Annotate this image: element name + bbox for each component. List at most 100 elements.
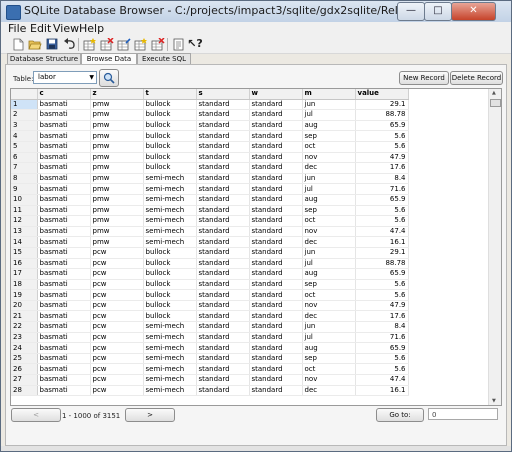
whats-this-icon[interactable]: ↖? bbox=[187, 37, 203, 51]
table-cell[interactable]: pmw bbox=[90, 215, 144, 227]
row-number-cell[interactable]: 5 bbox=[11, 141, 38, 153]
table-cell[interactable]: standard bbox=[196, 205, 250, 217]
row-number-cell[interactable]: 11 bbox=[11, 205, 38, 217]
value-cell[interactable]: 47.4 bbox=[355, 374, 409, 386]
table-cell[interactable]: standard bbox=[196, 385, 250, 397]
value-cell[interactable]: 17.6 bbox=[355, 310, 409, 323]
table-cell[interactable]: pmw bbox=[90, 236, 144, 248]
table-cell[interactable]: pmw bbox=[90, 109, 144, 121]
table-cell[interactable]: semi-mech bbox=[143, 374, 197, 386]
row-number-cell[interactable]: 1 bbox=[11, 99, 38, 111]
table-cell[interactable]: standard bbox=[196, 194, 250, 206]
log-icon[interactable] bbox=[171, 37, 185, 51]
value-cell[interactable]: 47.4 bbox=[355, 226, 409, 238]
table-cell[interactable]: standard bbox=[249, 109, 303, 121]
table-cell[interactable]: semi-mech bbox=[143, 226, 197, 238]
value-cell[interactable]: 5.6 bbox=[355, 130, 409, 142]
table-cell[interactable]: pmw bbox=[90, 162, 144, 174]
table-cell[interactable]: basmati bbox=[37, 258, 91, 270]
table-cell[interactable]: semi-mech bbox=[143, 173, 197, 185]
table-cell[interactable]: standard bbox=[249, 173, 303, 185]
table-cell[interactable]: bullock bbox=[143, 120, 197, 132]
row-number-cell[interactable]: 14 bbox=[11, 236, 38, 248]
table-cell[interactable]: pmw bbox=[90, 130, 144, 142]
row-number-cell[interactable]: 20 bbox=[11, 300, 38, 312]
scroll-up-icon[interactable]: ▲ bbox=[492, 90, 496, 96]
column-header[interactable]: t bbox=[143, 89, 197, 100]
table-cell[interactable]: standard bbox=[196, 141, 250, 153]
close-button[interactable]: ✕ bbox=[451, 2, 496, 21]
table-cell[interactable]: pcw bbox=[90, 342, 144, 354]
table-cell[interactable]: basmati bbox=[37, 226, 91, 238]
table-cell[interactable]: semi-mech bbox=[143, 183, 197, 195]
value-cell[interactable]: 17.6 bbox=[355, 162, 409, 174]
table-cell[interactable]: standard bbox=[196, 342, 250, 354]
table-cell[interactable]: standard bbox=[249, 374, 303, 386]
table-cell[interactable]: semi-mech bbox=[143, 215, 197, 227]
table-cell[interactable]: standard bbox=[196, 374, 250, 386]
row-number-cell[interactable]: 25 bbox=[11, 353, 38, 365]
table-cell[interactable]: standard bbox=[196, 236, 250, 248]
row-number-cell[interactable]: 19 bbox=[11, 289, 38, 301]
next-page-button[interactable]: > bbox=[125, 408, 175, 422]
table-cell[interactable]: standard bbox=[196, 310, 250, 323]
table-cell[interactable]: standard bbox=[249, 99, 303, 111]
table-cell[interactable]: standard bbox=[249, 152, 303, 164]
table-cell[interactable]: basmati bbox=[37, 194, 91, 206]
table-cell[interactable]: jul bbox=[302, 109, 356, 121]
table-cell[interactable]: bullock bbox=[143, 310, 197, 323]
table-cell[interactable]: basmati bbox=[37, 342, 91, 354]
value-cell[interactable]: 8.4 bbox=[355, 173, 409, 185]
table-cell[interactable]: jun bbox=[302, 173, 356, 185]
table-cell[interactable]: standard bbox=[196, 183, 250, 195]
table-cell[interactable]: standard bbox=[196, 215, 250, 227]
value-cell[interactable]: 5.6 bbox=[355, 215, 409, 227]
delete-table-icon[interactable] bbox=[100, 37, 114, 51]
table-cell[interactable]: aug bbox=[302, 268, 356, 280]
scroll-down-icon[interactable]: ▼ bbox=[492, 398, 496, 404]
row-number-cell[interactable]: 18 bbox=[11, 279, 38, 291]
row-number-cell[interactable]: 16 bbox=[11, 258, 38, 270]
table-cell[interactable]: standard bbox=[249, 342, 303, 354]
row-number-cell[interactable]: 6 bbox=[11, 152, 38, 164]
table-cell[interactable]: pcw bbox=[90, 385, 144, 397]
table-cell[interactable]: standard bbox=[196, 363, 250, 376]
table-cell[interactable]: basmati bbox=[37, 268, 91, 280]
table-row[interactable]: 3 basmati pmw bullock standard standard aug 65.… bbox=[11, 120, 409, 132]
table-cell[interactable]: sep bbox=[302, 205, 356, 217]
table-cell[interactable]: basmati bbox=[37, 321, 91, 333]
column-header[interactable]: value bbox=[355, 89, 409, 100]
table-cell[interactable]: pmw bbox=[90, 152, 144, 164]
column-header[interactable]: m bbox=[302, 89, 356, 100]
table-cell[interactable]: basmati bbox=[37, 141, 91, 153]
table-cell[interactable]: standard bbox=[249, 162, 303, 174]
table-cell[interactable]: pmw bbox=[90, 99, 144, 111]
table-cell[interactable]: pcw bbox=[90, 300, 144, 312]
open-database-icon[interactable] bbox=[28, 37, 42, 51]
table-cell[interactable]: pmw bbox=[90, 194, 144, 206]
table-cell[interactable]: bullock bbox=[143, 300, 197, 312]
table-cell[interactable]: aug bbox=[302, 120, 356, 132]
value-cell[interactable]: 71.6 bbox=[355, 183, 409, 195]
table-cell[interactable]: oct bbox=[302, 363, 356, 376]
menu-view[interactable]: View bbox=[53, 22, 79, 36]
table-cell[interactable]: standard bbox=[196, 99, 250, 111]
table-row[interactable]: 8 basmati pmw semi-mech standard standard jun 8… bbox=[11, 173, 409, 185]
table-cell[interactable]: aug bbox=[302, 342, 356, 354]
table-row[interactable]: 20 basmati pcw bullock standard standard nov 47… bbox=[11, 300, 409, 312]
table-cell[interactable]: standard bbox=[249, 268, 303, 280]
value-cell[interactable]: 65.9 bbox=[355, 120, 409, 132]
vertical-scrollbar[interactable]: ▲ ▼ bbox=[488, 89, 501, 405]
delete-record-button[interactable]: Delete Record bbox=[450, 71, 503, 85]
table-cell[interactable]: semi-mech bbox=[143, 205, 197, 217]
value-cell[interactable]: 5.6 bbox=[355, 289, 409, 301]
table-cell[interactable]: standard bbox=[196, 120, 250, 132]
table-row[interactable]: 25 basmati pcw semi-mech standard standard sep… bbox=[11, 353, 409, 365]
table-cell[interactable]: sep bbox=[302, 353, 356, 365]
table-cell[interactable]: nov bbox=[302, 300, 356, 312]
table-cell[interactable]: standard bbox=[249, 120, 303, 132]
table-cell[interactable]: basmati bbox=[37, 120, 91, 132]
row-number-cell[interactable]: 23 bbox=[11, 332, 38, 344]
table-cell[interactable]: standard bbox=[249, 247, 303, 259]
table-row[interactable]: 10 basmati pmw semi-mech standard standard aug… bbox=[11, 194, 409, 206]
